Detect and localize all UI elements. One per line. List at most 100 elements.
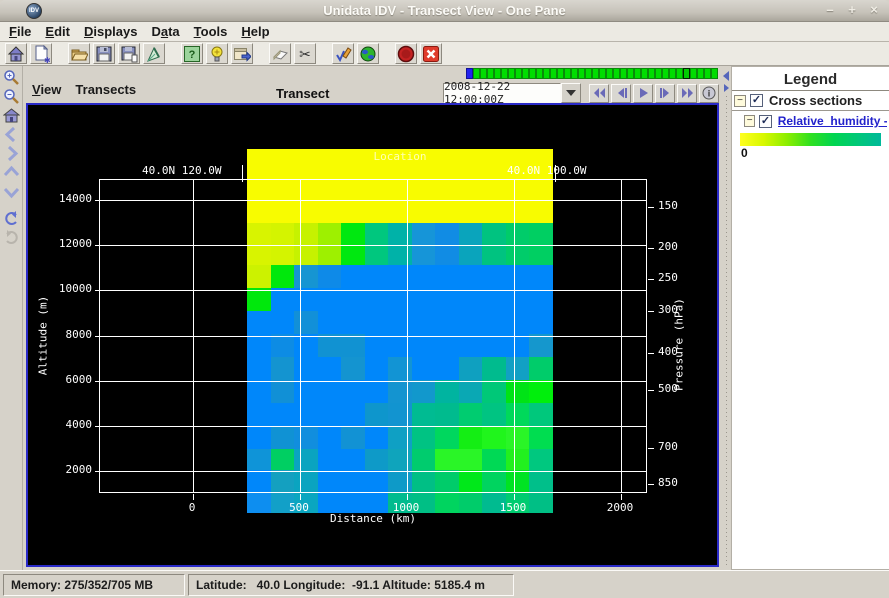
time-step-box[interactable]	[592, 68, 599, 79]
menu-data[interactable]: Data	[148, 23, 190, 40]
time-step-box[interactable]	[613, 68, 620, 79]
time-step-box[interactable]	[571, 68, 578, 79]
zoom-in-button[interactable]	[2, 69, 21, 87]
collapse-left-icon[interactable]	[723, 71, 729, 81]
time-step-box[interactable]	[494, 68, 501, 79]
time-step-box[interactable]	[683, 68, 690, 79]
cross-sections-checkbox[interactable]: ✓	[750, 94, 763, 107]
close-button[interactable]: ×	[867, 2, 881, 18]
time-step-box[interactable]	[578, 68, 585, 79]
time-step-box[interactable]	[536, 68, 543, 79]
user-preferences-button[interactable]	[332, 43, 354, 64]
pan-right-button[interactable]	[2, 145, 21, 163]
transect-display-area[interactable]: 1400012000100008000600040002000150200250…	[26, 103, 719, 567]
time-step-box[interactable]	[627, 68, 634, 79]
distance-tick	[514, 494, 515, 500]
exit-button[interactable]	[420, 43, 442, 64]
maximize-button[interactable]: +	[845, 2, 859, 18]
time-step-box[interactable]	[557, 68, 564, 79]
time-step-box[interactable]	[634, 68, 641, 79]
time-step-box[interactable]	[480, 68, 487, 79]
time-value[interactable]: 2008-12-22 12:00:00Z	[443, 83, 561, 103]
humidity-colorbar[interactable]	[740, 133, 881, 146]
menu-transects[interactable]: Transects	[72, 81, 147, 98]
cut-button[interactable]: ✂	[294, 43, 316, 64]
time-step-box[interactable]	[564, 68, 571, 79]
relative-humidity-checkbox[interactable]: ✓	[759, 115, 771, 128]
zoom-out-button[interactable]	[2, 88, 21, 106]
time-step-box[interactable]	[697, 68, 704, 79]
minimize-button[interactable]: –	[823, 2, 837, 18]
cancel-loads-button[interactable]	[395, 43, 417, 64]
menu-edit[interactable]: Edit	[42, 23, 81, 40]
time-combobox: 2008-12-22 12:00:00Z	[443, 83, 581, 103]
collapse-button[interactable]: −	[734, 95, 746, 107]
publish-button[interactable]	[143, 43, 165, 64]
time-step-box[interactable]	[508, 68, 515, 79]
save-bundle-button[interactable]	[93, 43, 115, 64]
redo-button[interactable]	[2, 229, 21, 247]
time-step-box[interactable]	[585, 68, 592, 79]
step-forward-button[interactable]	[655, 84, 675, 103]
pan-left-button[interactable]	[2, 126, 21, 144]
heatmap-cell	[459, 493, 483, 513]
time-step-box[interactable]	[606, 68, 613, 79]
time-step-box[interactable]	[704, 68, 711, 79]
time-step-box[interactable]	[669, 68, 676, 79]
show-support-button[interactable]	[357, 43, 379, 64]
time-step-box[interactable]	[662, 68, 669, 79]
altitude-axis-title: Altitude (m)	[37, 186, 50, 486]
remove-displays-button[interactable]	[269, 43, 291, 64]
play-button[interactable]	[633, 84, 653, 103]
menubar: FileEditDisplaysDataToolsHelp	[0, 22, 889, 42]
menu-displays[interactable]: Displays	[81, 23, 148, 40]
time-step-box[interactable]	[690, 68, 697, 79]
undo-button[interactable]	[2, 210, 21, 228]
time-step-box[interactable]	[550, 68, 557, 79]
pan-down-button[interactable]	[2, 183, 21, 201]
collapse-button[interactable]: −	[744, 115, 755, 127]
pan-up-button[interactable]	[2, 164, 21, 182]
save-bundle-as-button[interactable]	[118, 43, 140, 64]
menu-view[interactable]: View	[29, 81, 72, 98]
fast-forward-button[interactable]	[677, 84, 697, 103]
svg-text:✂: ✂	[299, 46, 311, 62]
time-step-box[interactable]	[620, 68, 627, 79]
panel-divider[interactable]	[722, 66, 731, 570]
time-properties-button[interactable]: i	[699, 84, 719, 103]
time-step-box[interactable]	[466, 68, 473, 79]
time-step-box[interactable]	[676, 68, 683, 79]
menu-file[interactable]: File	[6, 23, 42, 40]
menu-tools[interactable]: Tools	[191, 23, 239, 40]
data-choosers-button[interactable]: ?	[181, 43, 203, 64]
rewind-button[interactable]	[589, 84, 609, 103]
distance-tick	[621, 494, 622, 500]
time-step-box[interactable]	[599, 68, 606, 79]
relative-humidity-link[interactable]: Relative_humidity -_	[778, 114, 887, 128]
time-step-box[interactable]	[473, 68, 480, 79]
new-display-button[interactable]	[206, 43, 228, 64]
time-step-box[interactable]	[529, 68, 536, 79]
time-step-box[interactable]	[522, 68, 529, 79]
time-step-box[interactable]	[711, 68, 718, 79]
time-step-box[interactable]	[501, 68, 508, 79]
time-step-box[interactable]	[648, 68, 655, 79]
home-view-button[interactable]	[2, 107, 21, 125]
time-animation-boxes[interactable]	[466, 68, 718, 80]
time-step-box[interactable]	[655, 68, 662, 79]
menu-help[interactable]: Help	[238, 23, 280, 40]
step-back-button[interactable]	[611, 84, 631, 103]
collapse-right-icon[interactable]	[724, 84, 729, 92]
time-step-box[interactable]	[515, 68, 522, 79]
show-dashboard-button[interactable]	[5, 43, 27, 64]
open-bundle-button[interactable]	[68, 43, 90, 64]
time-step-box[interactable]	[543, 68, 550, 79]
time-step-box[interactable]	[487, 68, 494, 79]
new-display-window-button[interactable]: ✱	[30, 43, 52, 64]
show-window-button[interactable]	[231, 43, 253, 64]
altitude-tick	[95, 290, 100, 291]
time-dropdown-button[interactable]	[561, 83, 581, 103]
titlebar[interactable]: IDV Unidata IDV - Transect View - One Pa…	[0, 0, 889, 22]
time-step-box[interactable]	[641, 68, 648, 79]
pressure-tick	[648, 484, 654, 485]
